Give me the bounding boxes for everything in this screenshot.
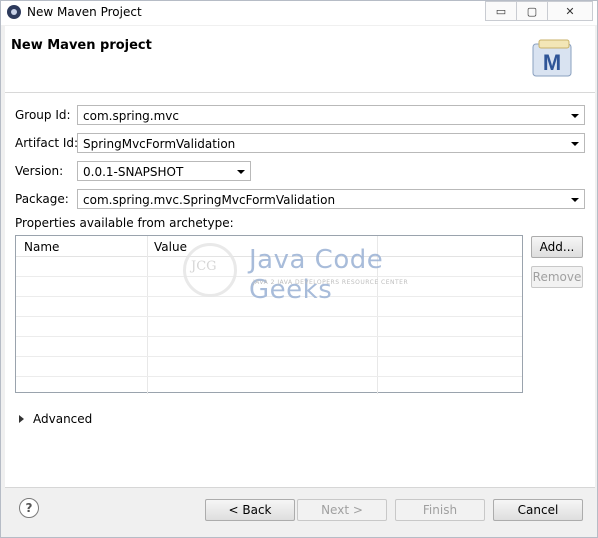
new-maven-project-window: New Maven Project ▭ ▢ ✕ New Maven projec… — [0, 0, 598, 538]
artifact-id-label: Artifact Id: — [15, 136, 79, 150]
remove-property-button[interactable]: Remove — [531, 266, 583, 288]
table-row — [16, 356, 522, 357]
maven-logo-letter: M — [543, 50, 561, 75]
chevron-down-icon[interactable] — [571, 142, 579, 146]
group-id-label: Group Id: — [15, 108, 71, 122]
wizard-footer: ? < Back Next > Finish Cancel — [5, 487, 595, 536]
artifact-id-value: SpringMvcFormValidation — [83, 137, 236, 151]
eclipse-icon — [7, 5, 21, 19]
package-combo[interactable]: com.spring.mvc.SpringMvcFormValidation — [77, 189, 585, 209]
properties-label: Properties available from archetype: — [15, 216, 234, 230]
back-button[interactable]: < Back — [205, 499, 295, 521]
column-header-value[interactable]: Value — [154, 240, 187, 254]
version-value: 0.0.1-SNAPSHOT — [83, 165, 184, 179]
title-bar: New Maven Project ▭ ▢ ✕ — [1, 1, 597, 25]
maximize-button[interactable]: ▢ — [516, 1, 548, 21]
watermark-title: Java Code Geeks — [249, 245, 384, 305]
cancel-button[interactable]: Cancel — [493, 499, 583, 521]
close-button[interactable]: ✕ — [547, 1, 593, 21]
minimize-button[interactable]: ▭ — [485, 1, 517, 21]
chevron-down-icon[interactable] — [571, 114, 579, 118]
finish-button[interactable]: Finish — [395, 499, 485, 521]
close-icon: ✕ — [565, 4, 575, 18]
group-id-value: com.spring.mvc — [83, 109, 180, 123]
table-row — [16, 336, 522, 337]
wizard-content: Group Id: com.spring.mvc Artifact Id: Sp… — [5, 93, 595, 487]
version-combo[interactable]: 0.0.1-SNAPSHOT — [77, 161, 251, 181]
column-divider — [147, 236, 148, 394]
watermark: JCG Java Code Geeks JAVA 2 JAVA DEVELOPE… — [183, 233, 433, 305]
table-row — [16, 376, 522, 377]
wizard-title: New Maven project — [11, 38, 152, 53]
minimize-icon: ▭ — [495, 4, 507, 18]
jcg-logo-text: JCG — [191, 259, 217, 274]
version-label: Version: — [15, 164, 64, 178]
chevron-right-icon[interactable] — [19, 415, 24, 423]
maven-logo-icon: M — [532, 39, 572, 77]
package-value: com.spring.mvc.SpringMvcFormValidation — [83, 193, 336, 207]
watermark-subtitle: JAVA 2 JAVA DEVELOPERS RESOURCE CENTER — [253, 279, 409, 286]
next-button[interactable]: Next > — [297, 499, 387, 521]
help-icon[interactable]: ? — [19, 498, 39, 518]
chevron-down-icon[interactable] — [571, 198, 579, 202]
advanced-label[interactable]: Advanced — [33, 412, 92, 426]
maximize-icon: ▢ — [526, 4, 538, 18]
window-controls: ▭ ▢ ✕ — [485, 1, 593, 21]
window-title: New Maven Project — [27, 5, 142, 19]
artifact-id-combo[interactable]: SpringMvcFormValidation — [77, 133, 585, 153]
table-row — [16, 316, 522, 317]
group-id-combo[interactable]: com.spring.mvc — [77, 105, 585, 125]
package-label: Package: — [15, 192, 69, 206]
wizard-header: New Maven project M — [5, 26, 595, 93]
chevron-down-icon[interactable] — [237, 170, 245, 174]
column-header-name[interactable]: Name — [24, 240, 59, 254]
add-property-button[interactable]: Add... — [531, 236, 583, 258]
